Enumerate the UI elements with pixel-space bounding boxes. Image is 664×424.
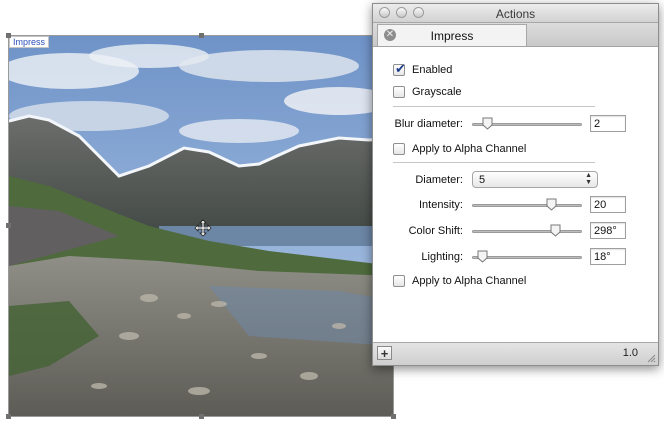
actions-window: Actions ✕ Impress Enabled Grayscale Blur… — [372, 3, 659, 366]
grayscale-checkbox[interactable] — [393, 86, 405, 98]
apply-alpha-checkbox-1[interactable] — [393, 143, 405, 155]
slider-track — [472, 230, 582, 233]
color-shift-slider[interactable] — [472, 224, 582, 238]
selection-handle[interactable] — [199, 33, 204, 38]
apply-alpha-label-2: Apply to Alpha Channel — [412, 275, 527, 287]
blur-diameter-field[interactable]: 2 — [590, 115, 626, 132]
diameter-select[interactable]: 5 ▲ ▼ — [472, 171, 598, 188]
slider-knob[interactable] — [482, 117, 493, 130]
color-shift-field[interactable]: 298° — [590, 222, 626, 239]
version-label: 1.0 — [622, 347, 638, 359]
selection-handle[interactable] — [391, 414, 396, 419]
window-footer: + 1.0 — [373, 342, 658, 365]
grayscale-label: Grayscale — [412, 86, 462, 98]
blur-diameter-slider[interactable] — [472, 117, 582, 131]
color-shift-label: Color Shift: — [408, 225, 463, 237]
enabled-label: Enabled — [412, 64, 453, 76]
lighting-slider[interactable] — [472, 250, 582, 264]
tab-label: Impress — [430, 29, 474, 43]
filter-settings: Enabled Grayscale Blur diameter: 2 Apply… — [373, 47, 658, 343]
move-cursor-icon — [194, 219, 212, 237]
diameter-value: 5 — [479, 174, 486, 186]
grayscale-row[interactable]: Grayscale — [393, 83, 462, 101]
intensity-label: Intensity: — [418, 199, 463, 211]
add-icon[interactable]: + — [377, 346, 392, 360]
intensity-field[interactable]: 20 — [590, 196, 626, 213]
blur-diameter-label: Blur diameter: — [394, 118, 463, 130]
slider-track — [472, 204, 582, 207]
selection-handle[interactable] — [6, 414, 11, 419]
enabled-row[interactable]: Enabled — [393, 61, 452, 79]
image-canvas[interactable]: Impress — [6, 33, 396, 419]
window-title: Actions — [495, 7, 536, 21]
slider-track — [472, 256, 582, 259]
tab-bar: ✕ Impress — [373, 23, 658, 47]
lighting-field[interactable]: 18° — [590, 248, 626, 265]
lighting-label: Lighting: — [421, 251, 463, 263]
layer-name-tag: Impress — [9, 36, 50, 48]
enabled-checkbox[interactable] — [393, 61, 406, 77]
apply-alpha-row-2[interactable]: Apply to Alpha Channel — [393, 272, 526, 290]
slider-knob[interactable] — [546, 198, 557, 211]
separator — [393, 162, 595, 163]
popup-arrows-icon: ▲ ▼ — [585, 172, 592, 186]
tab-impress[interactable]: ✕ Impress — [377, 24, 527, 46]
diameter-label: Diameter: — [415, 174, 463, 186]
apply-alpha-label-1: Apply to Alpha Channel — [412, 143, 527, 155]
apply-alpha-row-1[interactable]: Apply to Alpha Channel — [393, 140, 526, 158]
slider-knob[interactable] — [477, 250, 488, 263]
apply-alpha-checkbox-2[interactable] — [393, 275, 405, 287]
selection-handle[interactable] — [6, 223, 11, 228]
selection-handle[interactable] — [199, 414, 204, 419]
separator — [393, 106, 595, 107]
selection-handle[interactable] — [6, 33, 11, 38]
slider-knob[interactable] — [550, 224, 561, 237]
resize-grip-icon[interactable] — [646, 353, 656, 363]
intensity-slider[interactable] — [472, 198, 582, 212]
title-bar[interactable]: Actions — [373, 4, 658, 23]
